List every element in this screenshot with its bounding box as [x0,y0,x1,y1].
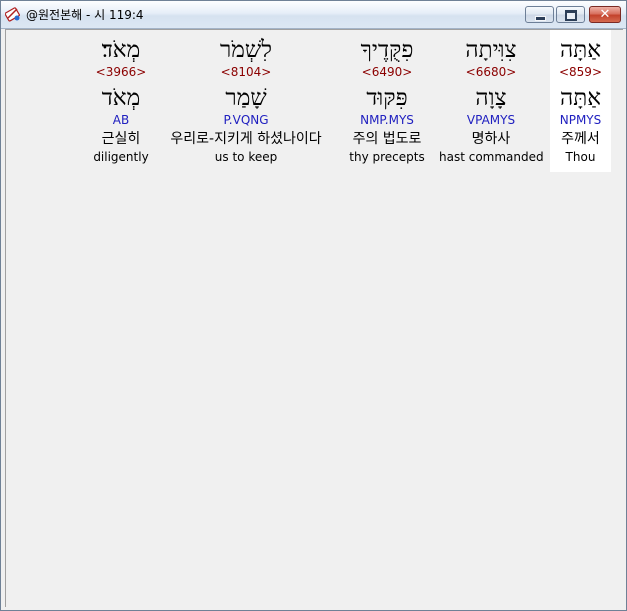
english-gloss: us to keep [214,150,278,164]
hebrew-word: צִוִּיתָה [465,37,517,63]
english-gloss: hast commanded [439,150,544,164]
korean-gloss: 명하사 [471,131,511,147]
word-column-3[interactable]: פִקֻּדֶיךָ <6490> פִּקּוּד NMP.MYS 주의 법도… [342,30,432,172]
hebrew-root: פִּקּוּד [366,85,408,111]
korean-gloss: 주의 법도로 [352,131,422,147]
hebrew-root: צָוָה [475,85,507,111]
hebrew-word: אַתָּה [559,37,602,63]
hebrew-root: אַתָּה [559,85,602,111]
korean-gloss: 근실히 [101,131,141,147]
korean-gloss: 주께서 [561,131,600,147]
parsing-code: AB [112,113,130,127]
bible-app-icon[interactable] [4,6,21,22]
word-column-4[interactable]: לִשְׁמֹר <8104> שָׁמַר P.VQNG 우리로-지키게 하셨… [156,30,336,172]
parsing-code: NPMYS [559,113,602,127]
korean-gloss: 우리로-지키게 하셨나이다 [170,131,322,147]
strong-number[interactable]: <8104> [156,65,336,79]
english-gloss: thy precepts [349,150,425,164]
strong-number[interactable]: <6490> [342,65,432,79]
english-gloss: diligently [93,150,149,164]
hebrew-word: לִשְׁמֹר [220,37,272,63]
parsing-code: P.VQNG [223,113,269,127]
window-title: @원전본해 - 시 119:4 [26,8,144,22]
hebrew-root: שָׁמַר [225,85,267,111]
english-gloss: Thou [565,150,596,164]
hebrew-word: מְאֹד׃ [101,37,141,63]
strong-number[interactable]: <6680> [439,65,543,79]
interlinear-panel: אַתָּה <859> אַתָּה NPMYS 주께서 Thou צִוִּ… [5,29,623,607]
close-icon: ✕ [599,7,611,22]
title-bar[interactable]: @원전본해 - 시 119:4 ✕ [1,1,626,29]
hebrew-root: מְאֹד [101,85,141,111]
parsing-code: NMP.MYS [360,113,414,127]
minimize-button[interactable] [525,6,554,23]
word-column-5[interactable]: מְאֹד׃ <3966> מְאֹד AB 근실히 diligently [88,30,154,172]
maximize-button[interactable] [556,6,585,23]
close-button[interactable]: ✕ [589,6,621,23]
strong-number[interactable]: <3966> [88,65,154,79]
word-column-1[interactable]: אַתָּה <859> אַתָּה NPMYS 주께서 Thou [550,30,611,172]
app-window: @원전본해 - 시 119:4 ✕ אַתָּה <859> אַתָּה NP… [0,0,627,611]
parsing-code: VPAMYS [466,113,516,127]
strong-number[interactable]: <859> [550,65,611,79]
word-column-2[interactable]: צִוִּיתָה <6680> צָוָה VPAMYS 명하사 hast c… [439,30,544,172]
hebrew-word: פִקֻּדֶיךָ [360,37,414,63]
